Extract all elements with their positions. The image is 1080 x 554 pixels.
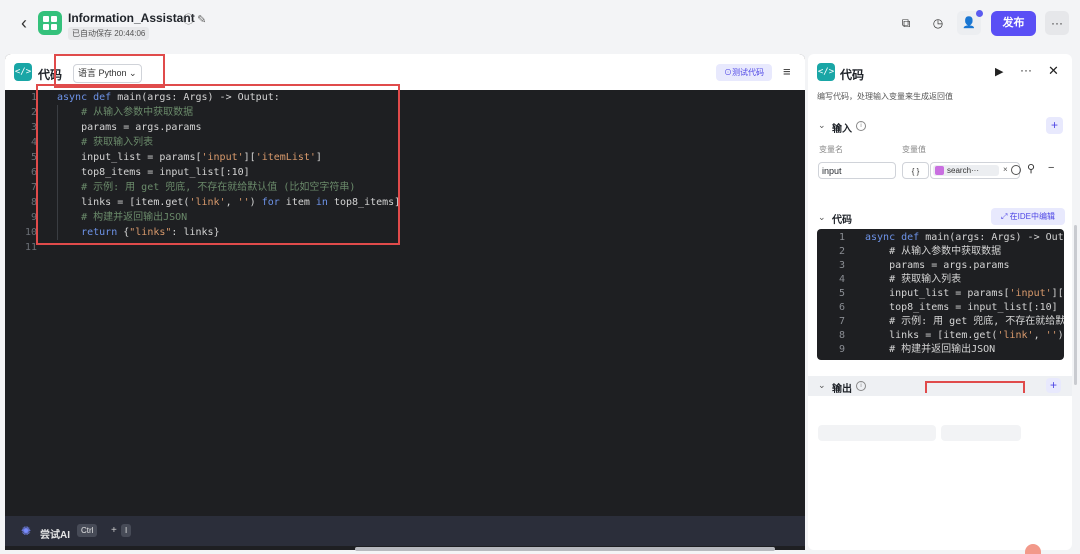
test-code-button[interactable]: ⊙测试代码	[716, 64, 772, 81]
top-bar: ‹ Information_Assistant ⓘ ✎ 已自动保存 20:44:…	[0, 0, 1080, 48]
title-actions: ⓘ ✎	[183, 11, 206, 27]
add-input-button[interactable]: +	[1046, 117, 1063, 134]
app-logo-icon	[38, 11, 62, 35]
code-icon: </>	[14, 63, 32, 81]
publish-button[interactable]: 发布	[991, 11, 1036, 36]
panel-title: 代码	[840, 68, 865, 82]
code-line: 7 # 示例: 用 get 兜底, 不存在就给默认	[838, 316, 1064, 327]
ai-assist-bar[interactable]: ✺ 尝试AI Ctrl + I	[5, 516, 805, 546]
code-line: 8 links = [item.get('link', '') f	[838, 330, 1064, 341]
expand-icon: ⤢	[1001, 212, 1008, 221]
more-options-icon[interactable]: ···	[1045, 11, 1069, 35]
code-line: 3 params = args.params	[838, 260, 1010, 271]
clear-icon[interactable]: ×	[1003, 165, 1008, 174]
plugin-icon	[935, 166, 944, 175]
save-status: 已自动保存 20:44:06	[68, 27, 150, 40]
outline-menu-icon[interactable]: ≡	[783, 64, 791, 79]
code-line: 1 async def main(args: Args) -> Outpu	[838, 232, 1064, 243]
sparkle-icon: ✺	[21, 524, 32, 538]
output-section-title: 输出	[832, 384, 852, 395]
highlight-box-code	[36, 84, 400, 245]
code-line: 4 # 获取输入列表	[838, 274, 962, 285]
test-code-label: 测试代码	[732, 68, 764, 77]
code-preview[interactable]: 1 async def main(args: Args) -> Outpu 2 #…	[817, 229, 1064, 360]
play-circle-icon: ⊙	[724, 68, 732, 77]
shortcut-plus: +	[111, 525, 117, 536]
variable-value-select[interactable]: search··· ×	[930, 162, 1021, 179]
copy-icon[interactable]: ⧉	[897, 14, 915, 32]
shortcut-key-ctrl: Ctrl	[77, 524, 98, 537]
info-icon[interactable]: i	[856, 381, 866, 391]
variable-ref-label: search···	[947, 166, 980, 175]
more-options-icon[interactable]: ···	[1020, 63, 1032, 77]
settings-circle-icon[interactable]	[1011, 165, 1021, 175]
edit-in-ide-label: 在IDE中编辑	[1009, 212, 1055, 221]
add-output-button[interactable]: +	[1046, 378, 1061, 393]
close-icon[interactable]: ✕	[1048, 63, 1059, 79]
variable-value-header: 变量值	[902, 145, 926, 154]
info-icon[interactable]: ⓘ	[183, 14, 194, 26]
code-line: 9 # 构建并返回输出JSON	[838, 344, 996, 355]
shortcut-key-i: I	[121, 524, 132, 537]
highlight-box-language	[54, 54, 165, 88]
edit-icon[interactable]: ✎	[197, 14, 206, 26]
chevron-down-icon[interactable]: ⌄	[818, 212, 826, 223]
variable-link-icon[interactable]: ⚲	[1027, 162, 1035, 175]
vertical-scrollbar[interactable]	[1074, 225, 1077, 385]
app-title: Information_Assistant	[68, 11, 195, 25]
variable-type-label: { }	[911, 167, 920, 176]
user-icon: 👤	[962, 17, 976, 29]
horizontal-scrollbar[interactable]	[355, 547, 775, 551]
panel-header: </> 代码 ▶ ··· ✕	[808, 54, 1072, 90]
highlight-box-output	[925, 381, 1025, 393]
code-line: 5 input_list = params['input']['i	[838, 288, 1064, 299]
input-section-title: 输入	[832, 124, 852, 135]
notification-dot	[976, 10, 983, 17]
edit-in-ide-button[interactable]: ⤢ 在IDE中编辑	[991, 208, 1065, 225]
variable-ref-tag: search···	[933, 165, 999, 176]
remove-input-icon[interactable]: −	[1048, 162, 1054, 174]
variable-name-input[interactable]: input	[818, 162, 896, 179]
variable-type-select[interactable]: { }	[902, 162, 929, 179]
code-icon: </>	[817, 63, 835, 81]
ai-label: 尝试AI	[40, 530, 70, 541]
code-line: 6 top8_items = input_list[:10]	[838, 302, 1058, 313]
code-line: 2 # 从输入参数中获取数据	[838, 246, 1002, 257]
panel-description: 编写代码，处理输入变量来生成返回值	[817, 92, 953, 101]
chevron-down-icon[interactable]: ⌄	[818, 120, 826, 131]
floating-widget	[1025, 544, 1041, 554]
history-icon[interactable]: ◷	[929, 14, 947, 32]
variable-name-header: 变量名	[819, 145, 843, 154]
code-node-panel: </> 代码 ▶ ··· ✕ 编写代码，处理输入变量来生成返回值 ⌄ 输入 i …	[808, 54, 1072, 550]
output-name-field[interactable]	[818, 425, 936, 441]
chevron-left-icon[interactable]: ‹	[16, 14, 32, 32]
chevron-down-icon[interactable]: ⌄	[818, 380, 826, 391]
info-icon[interactable]: i	[856, 121, 866, 131]
output-type-field[interactable]	[941, 425, 1021, 441]
code-section-title: 代码	[832, 215, 852, 226]
play-icon[interactable]: ▶	[995, 65, 1003, 78]
